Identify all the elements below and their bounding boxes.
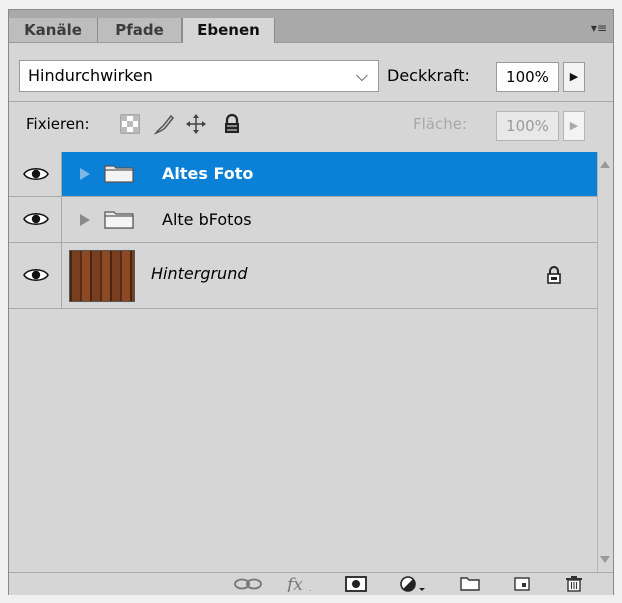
folder-icon — [104, 211, 134, 229]
layer-name[interactable]: Altes Foto — [162, 164, 253, 183]
fx-icon[interactable]: fx . — [285, 576, 317, 592]
link-layers-icon[interactable] — [233, 576, 263, 592]
new-group-icon[interactable] — [459, 576, 481, 592]
layer-row-hintergrund[interactable]: Hintergrund — [9, 243, 597, 309]
new-layer-icon[interactable] — [513, 576, 533, 592]
tab-channels[interactable]: Kanäle — [9, 18, 98, 42]
svg-text:.: . — [309, 584, 312, 592]
chevron-down-icon: ⌵ — [355, 66, 368, 85]
expand-triangle-icon[interactable] — [77, 166, 93, 182]
visibility-toggle[interactable] — [9, 152, 62, 196]
layer-row-altes-foto[interactable]: Altes Foto — [9, 152, 597, 197]
fill-input[interactable]: 100% — [496, 111, 559, 141]
lock-position-icon[interactable] — [185, 113, 207, 135]
fill-label: Fläche: — [413, 115, 468, 133]
layer-thumbnail — [69, 250, 135, 302]
panel-tab-bar: Kanäle Pfade Ebenen ▾≡ — [9, 10, 613, 43]
trash-icon[interactable] — [565, 576, 583, 592]
visibility-toggle[interactable] — [9, 197, 62, 242]
eye-icon — [23, 212, 49, 226]
lock-all-icon[interactable] — [221, 113, 243, 135]
add-mask-icon[interactable] — [345, 576, 367, 592]
fill-slider-button[interactable]: ▶ — [563, 111, 585, 141]
opacity-slider-button[interactable]: ▶ — [563, 62, 585, 92]
blend-mode-value: Hindurchwirken — [28, 66, 153, 85]
layer-lock-icon — [547, 266, 561, 284]
svg-text:fx: fx — [285, 576, 303, 592]
layers-footer-toolbar: fx . — [9, 572, 613, 595]
layers-scrollbar[interactable] — [597, 152, 613, 572]
folder-icon — [104, 165, 134, 183]
scroll-up-icon[interactable] — [600, 160, 610, 168]
tab-layers[interactable]: Ebenen — [182, 18, 275, 43]
eye-icon — [23, 268, 49, 282]
layers-list: Altes Foto Alte bFotos Hintergrund — [9, 152, 597, 572]
lock-label: Fixieren: — [26, 115, 90, 133]
adjustment-layer-icon[interactable] — [399, 576, 427, 592]
layer-row-alte-bfotos[interactable]: Alte bFotos — [9, 197, 597, 243]
scroll-down-icon[interactable] — [600, 556, 610, 564]
layer-name[interactable]: Alte bFotos — [162, 210, 252, 229]
visibility-toggle[interactable] — [9, 243, 62, 308]
divider — [9, 101, 613, 102]
expand-triangle-icon[interactable] — [77, 212, 93, 228]
layer-name[interactable]: Hintergrund — [151, 264, 247, 283]
lock-transparency-icon[interactable] — [119, 113, 141, 135]
lock-image-pixels-icon[interactable] — [153, 113, 175, 135]
panel-menu-icon[interactable]: ▾≡ — [589, 21, 607, 35]
eye-icon — [23, 167, 49, 181]
tab-paths[interactable]: Pfade — [98, 18, 182, 42]
opacity-input[interactable]: 100% — [496, 62, 559, 92]
blend-mode-dropdown[interactable]: Hindurchwirken ⌵ — [19, 60, 379, 92]
layers-panel: Kanäle Pfade Ebenen ▾≡ Hindurchwirken ⌵ … — [8, 9, 614, 595]
opacity-label: Deckkraft: — [387, 66, 470, 85]
